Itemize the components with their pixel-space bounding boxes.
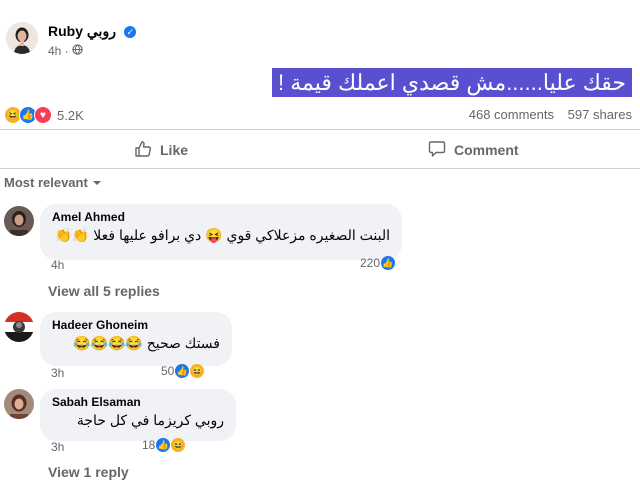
post-text: حقك عليا......مش قصدي اعملك قيمة ! bbox=[271, 68, 632, 97]
reactions-count[interactable]: 5.2K bbox=[57, 108, 84, 123]
divider-top bbox=[0, 129, 640, 130]
post-meta: 4h · bbox=[48, 44, 83, 58]
haha-emoji-icon: 😆 bbox=[190, 364, 205, 378]
view-replies-link[interactable]: View all 5 replies bbox=[48, 283, 160, 299]
like-button[interactable]: Like bbox=[134, 138, 188, 162]
comment-time[interactable]: 3h bbox=[51, 366, 64, 380]
comment-icon bbox=[428, 140, 446, 161]
view-reply-link[interactable]: View 1 reply bbox=[48, 464, 129, 480]
commenter-avatar[interactable] bbox=[4, 206, 34, 236]
globe-icon bbox=[72, 44, 83, 58]
commenter-name[interactable]: Sabah Elsaman bbox=[52, 395, 224, 409]
comment-text: روبي كريزما في كل حاجة bbox=[76, 412, 224, 428]
comment-bubble: Sabah Elsaman روبي كريزما في كل حاجة bbox=[40, 389, 236, 441]
author-avatar[interactable] bbox=[6, 22, 38, 54]
haha-emoji-icon: 😆 bbox=[171, 438, 186, 452]
comment-text: فستك صحيح 😂😂😂😂 bbox=[73, 335, 220, 351]
comment-reaction-count: 18 bbox=[142, 438, 156, 452]
comment-time[interactable]: 4h bbox=[51, 258, 64, 272]
post-time[interactable]: 4h · bbox=[48, 44, 69, 58]
comment-reactions[interactable]: 220 👍 bbox=[360, 256, 396, 270]
like-label: Like bbox=[160, 142, 189, 158]
sort-label: Most relevant bbox=[4, 175, 88, 190]
caret-down-icon bbox=[92, 175, 102, 190]
commenter-name[interactable]: Amel Ahmed bbox=[52, 210, 390, 224]
comment-reactions[interactable]: 50 👍 😆 bbox=[161, 364, 205, 378]
like-emoji-icon: 👍 bbox=[156, 438, 171, 452]
comment-button[interactable]: Comment bbox=[428, 138, 519, 162]
post-reactions[interactable]: 😆 👍 ♥ 5.2K bbox=[4, 106, 84, 124]
comment-text: البنت الصغيره مزعلاكي قوي 😝 دي برافو علي… bbox=[54, 227, 391, 243]
verified-badge-icon: ✓ bbox=[124, 25, 137, 38]
comment-reactions[interactable]: 18 👍 😆 bbox=[142, 438, 186, 452]
author-line: Ruby روبي ✓ bbox=[48, 23, 137, 41]
comment-time[interactable]: 3h bbox=[51, 440, 64, 454]
commenter-avatar[interactable] bbox=[4, 312, 34, 342]
like-emoji-icon: 👍 bbox=[175, 364, 190, 378]
love-emoji-icon: ♥ bbox=[34, 106, 52, 124]
comment-reaction-count: 220 bbox=[360, 256, 381, 270]
author-name[interactable]: Ruby روبي bbox=[48, 23, 116, 39]
commenter-name[interactable]: Hadeer Ghoneim bbox=[52, 318, 220, 332]
like-emoji-icon: 👍 bbox=[381, 256, 396, 270]
post-body: حقك عليا......مش قصدي اعملك قيمة ! bbox=[271, 68, 632, 98]
comment-bubble: Hadeer Ghoneim فستك صحيح 😂😂😂😂 bbox=[40, 312, 232, 366]
shares-count[interactable]: 597 shares bbox=[568, 107, 632, 122]
commenter-avatar[interactable] bbox=[4, 389, 34, 419]
comments-count[interactable]: 468 comments bbox=[469, 107, 554, 122]
divider-bottom bbox=[0, 168, 640, 169]
comment-bubble: Amel Ahmed البنت الصغيره مزعلاكي قوي 😝 د… bbox=[40, 204, 402, 260]
comment-label: Comment bbox=[454, 142, 519, 158]
thumbs-up-icon bbox=[134, 140, 152, 161]
comment-sort-dropdown[interactable]: Most relevant bbox=[4, 175, 102, 190]
comment-reaction-count: 50 bbox=[161, 364, 175, 378]
